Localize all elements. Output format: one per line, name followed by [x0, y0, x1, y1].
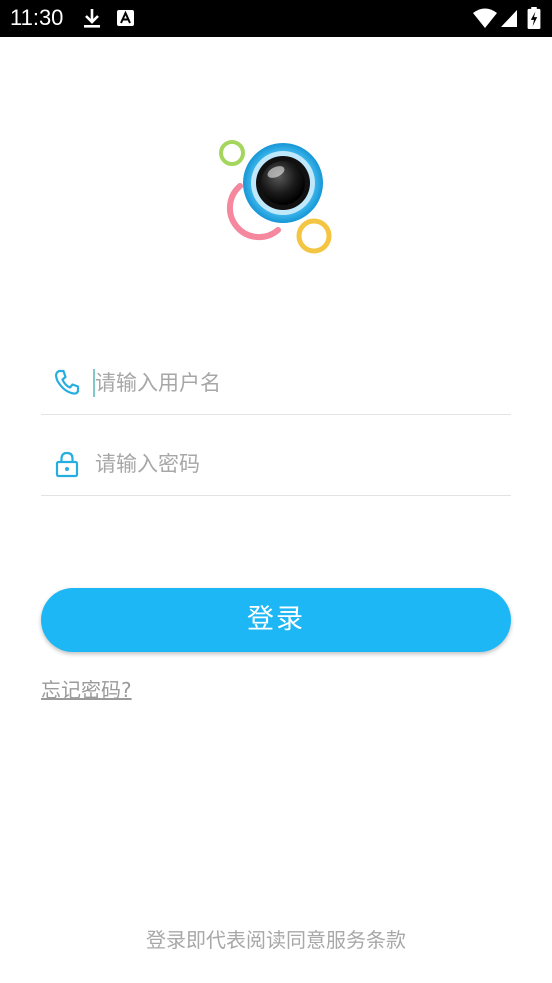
- status-bar: 11:30: [0, 0, 552, 37]
- a11y-a-icon: [117, 10, 134, 26]
- username-field-row: [41, 334, 511, 415]
- cell-signal-icon: [501, 10, 517, 27]
- app-logo: [219, 140, 332, 254]
- password-field-row: [41, 415, 511, 496]
- login-button[interactable]: 登录: [41, 588, 511, 652]
- username-input[interactable]: [93, 363, 495, 403]
- lock-icon: [55, 451, 79, 478]
- wifi-icon: [473, 8, 497, 28]
- terms-of-service-link[interactable]: 登录即代表阅读同意服务条款: [0, 924, 552, 953]
- status-time: 11:30: [10, 5, 64, 30]
- download-icon: [84, 9, 100, 28]
- forgot-password-link[interactable]: 忘记密码?: [41, 674, 132, 703]
- phone-icon: [55, 369, 80, 395]
- password-input[interactable]: [93, 444, 495, 484]
- battery-charging-icon: [527, 7, 541, 29]
